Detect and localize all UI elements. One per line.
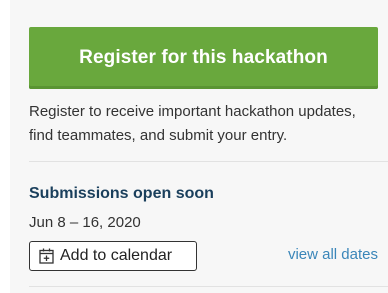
view-all-dates-link[interactable]: view all dates (288, 246, 378, 263)
register-button[interactable]: Register for this hackathon (29, 27, 378, 89)
sidebar-panel: Register for this hackathon Register to … (10, 0, 388, 293)
submissions-title: Submissions open soon (29, 185, 214, 202)
register-description: Register to receive important hackathon … (29, 103, 356, 144)
calendar-plus-icon (39, 248, 54, 264)
divider (29, 161, 388, 162)
divider (29, 286, 388, 287)
add-to-calendar-button[interactable]: Add to calendar (29, 241, 197, 271)
submission-dates: Jun 8 – 16, 2020 (29, 214, 141, 231)
add-to-calendar-label: Add to calendar (60, 247, 173, 264)
register-button-label: Register for this hackathon (79, 47, 328, 68)
